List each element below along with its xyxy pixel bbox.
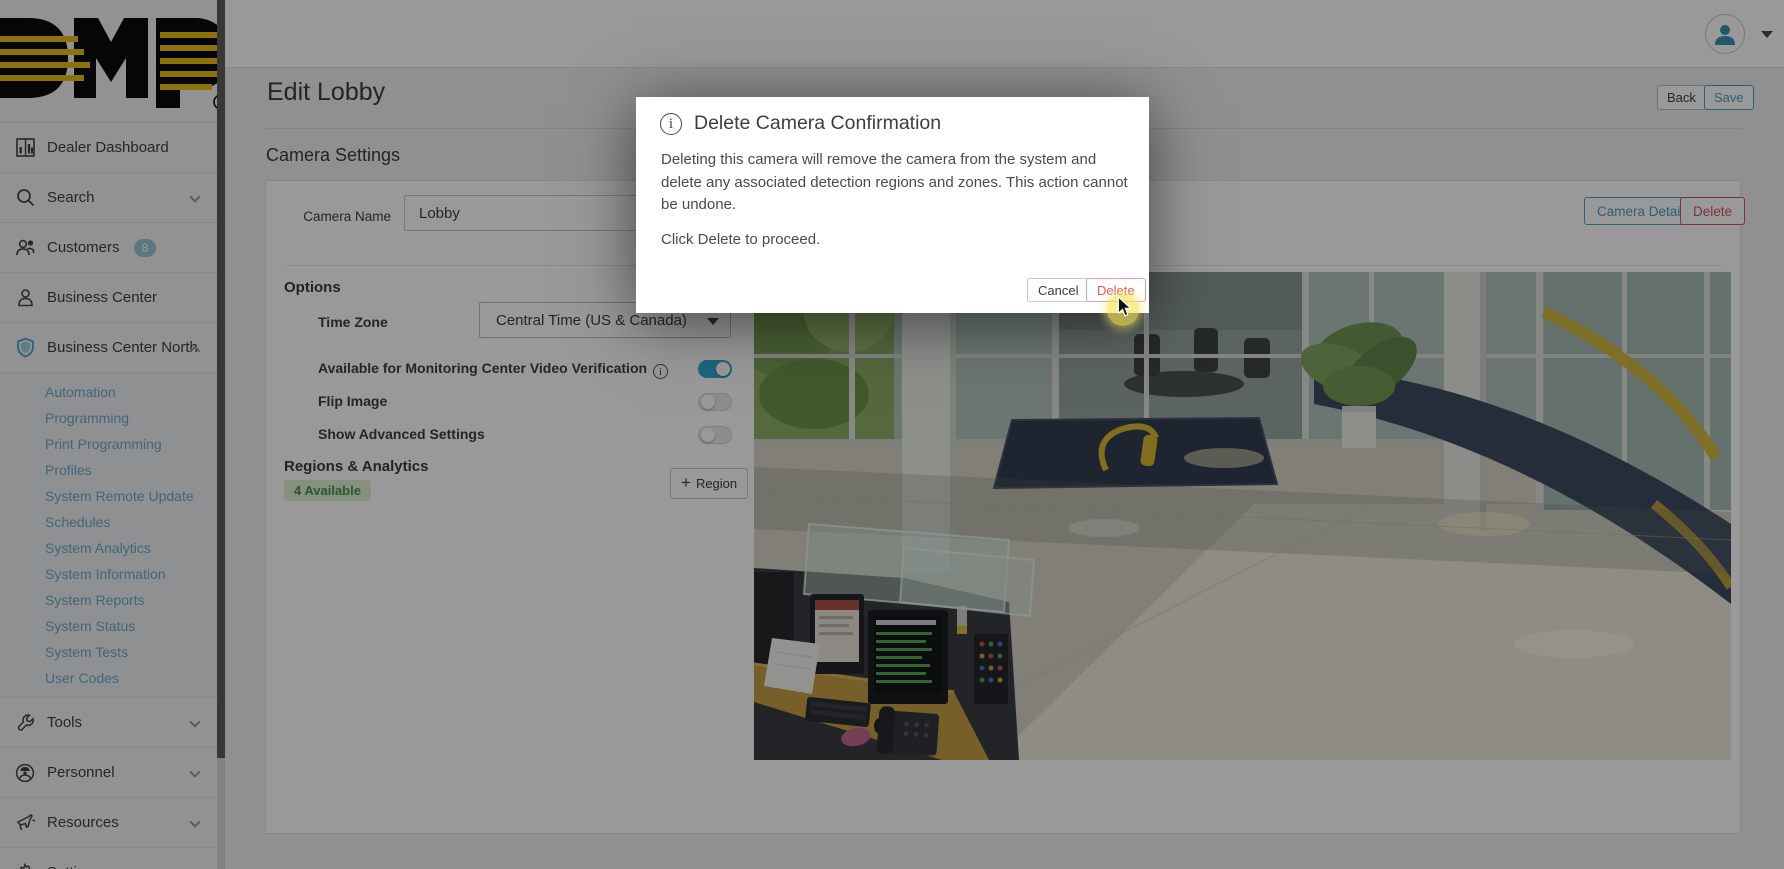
app: R Dealer Dashboard Search Customers 8 (0, 0, 1784, 869)
modal-body-text-2: Click Delete to proceed. (661, 231, 821, 248)
mouse-cursor (1117, 296, 1133, 317)
modal-title-row: i Delete Camera Confirmation (660, 112, 941, 135)
delete-camera-confirmation-modal: i Delete Camera Confirmation Deleting th… (636, 97, 1149, 313)
modal-cancel-button[interactable]: Cancel (1027, 278, 1090, 302)
modal-body-text: Deleting this camera will remove the cam… (661, 151, 1128, 213)
modal-title: Delete Camera Confirmation (694, 112, 942, 134)
info-icon: i (660, 112, 682, 135)
